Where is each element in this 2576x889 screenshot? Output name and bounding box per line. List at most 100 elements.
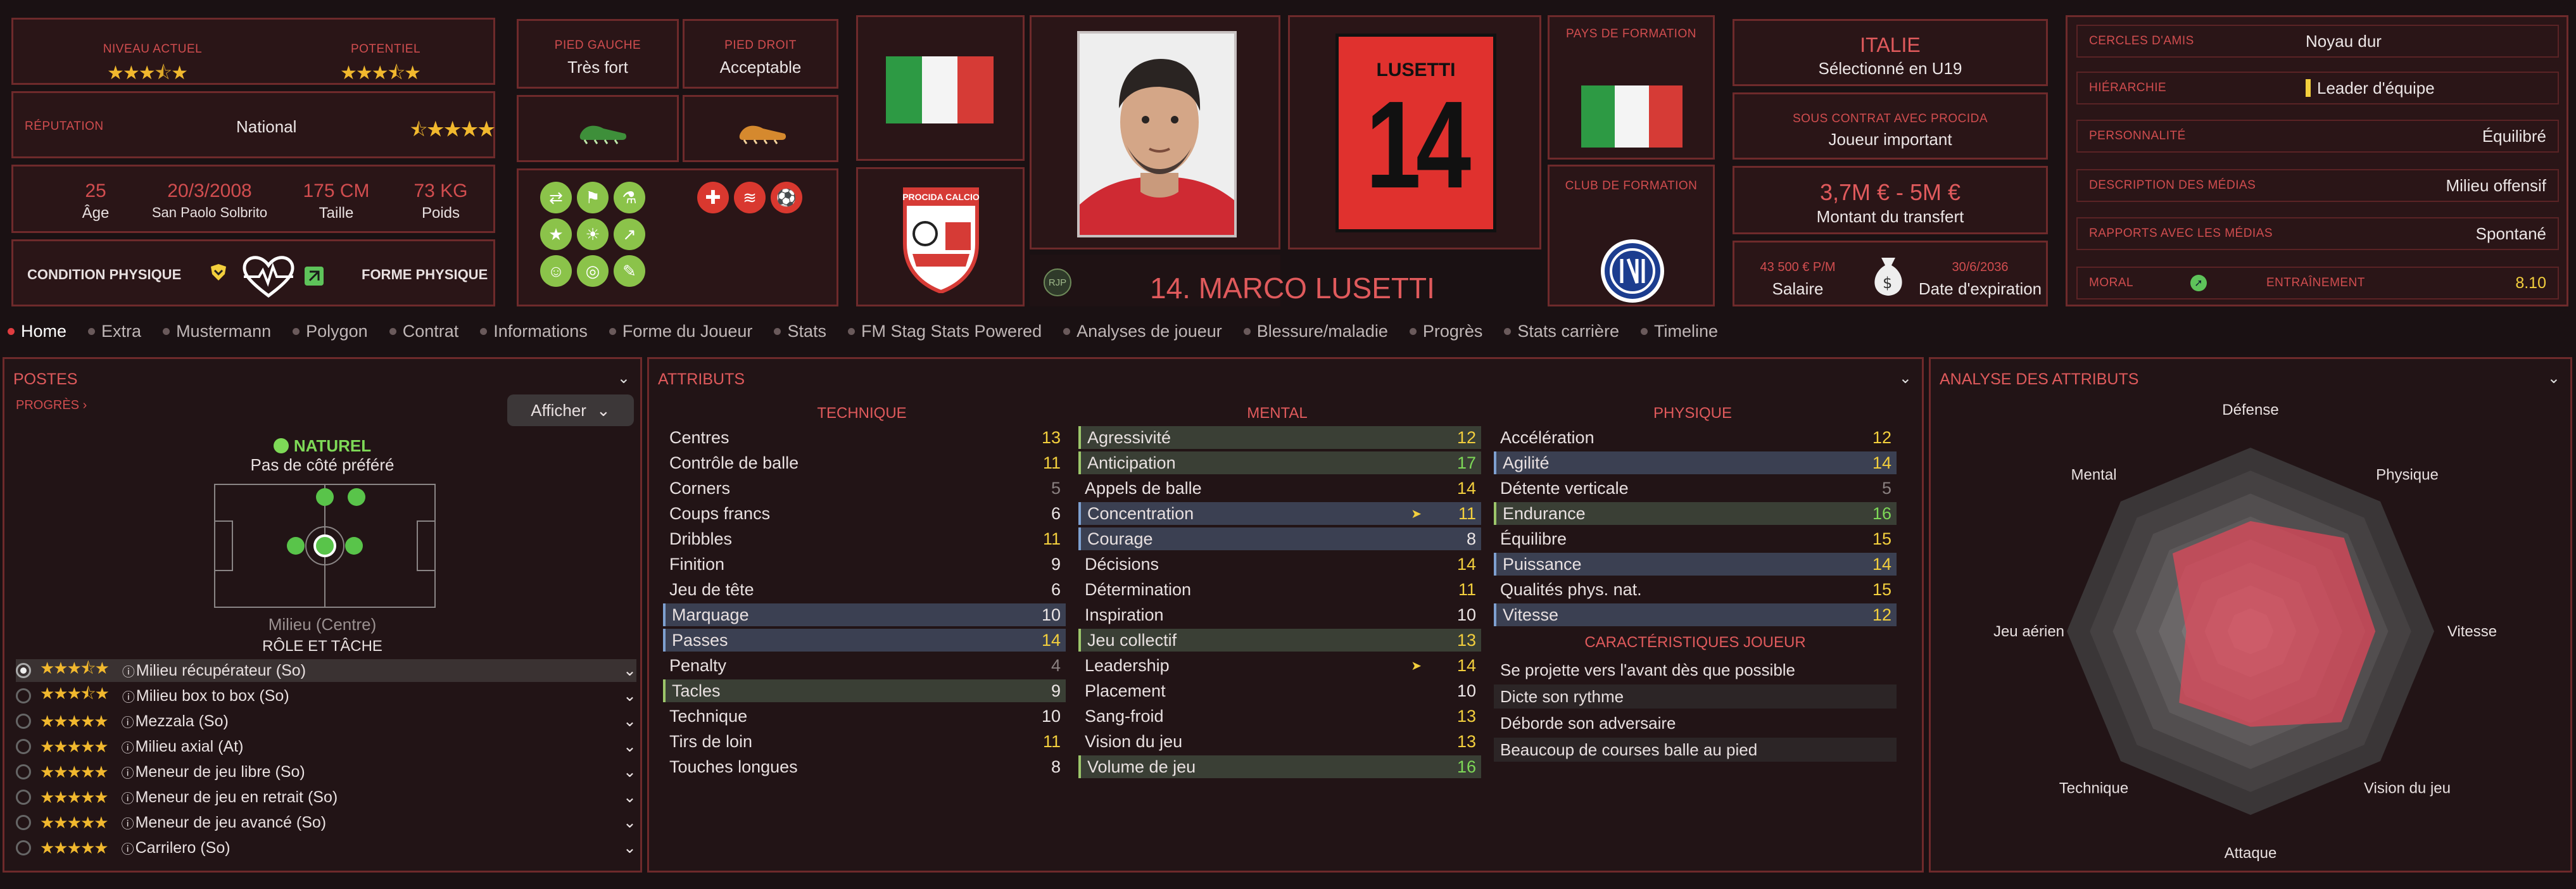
radio-selected[interactable]: [16, 663, 31, 678]
progress-link[interactable]: PROGRÈS ›: [16, 398, 87, 413]
red-traits: ✚ ≋ ⚽: [697, 182, 802, 213]
radar-axis-label: Technique: [2059, 779, 2128, 797]
radio-button[interactable]: [16, 714, 31, 729]
info-icon[interactable]: ⓘ: [122, 738, 134, 756]
chevron-down-icon[interactable]: ⌄: [623, 737, 636, 756]
chevron-down-icon[interactable]: ⌄: [623, 762, 636, 781]
radio-button[interactable]: [16, 739, 31, 754]
chevron-down-icon[interactable]: ⌄: [623, 788, 636, 807]
tab-progres[interactable]: Progrès: [1409, 322, 1482, 341]
tab-home[interactable]: Home: [8, 322, 66, 341]
attr-value: 4: [1051, 655, 1061, 675]
role-name: Meneur de jeu libre (So): [135, 762, 305, 781]
attr-value: 11: [1458, 579, 1476, 599]
contract-value: Joueur important: [1828, 130, 1952, 149]
player-name: 14. MARCO LUSETTI: [1150, 272, 1435, 305]
tab-analyses[interactable]: Analyses de joueur: [1063, 322, 1222, 341]
transfer-value: 3,7M € - 5M €: [1819, 179, 1961, 205]
attr-row: Vitesse 12: [1494, 603, 1897, 626]
info-label: RAPPORTS AVEC LES MÉDIAS: [2089, 227, 2273, 240]
trait-icon[interactable]: ✚: [697, 182, 729, 213]
attr-name: Vitesse: [1503, 605, 1559, 624]
tab-label: Home: [21, 321, 67, 341]
left-foot-box: PIED GAUCHE Très fort: [517, 19, 679, 89]
chevron-down-icon[interactable]: ⌄: [623, 712, 636, 731]
info-icon[interactable]: ⓘ: [122, 662, 135, 680]
attr-name: Jeu collectif: [1087, 630, 1177, 650]
trait-icon[interactable]: ⇄: [540, 182, 572, 213]
tab-fmstag[interactable]: FM Stag Stats Powered: [847, 322, 1042, 341]
info-icon[interactable]: ⓘ: [122, 839, 134, 857]
chevron-down-icon[interactable]: ⌄: [623, 686, 636, 705]
info-icon[interactable]: ⓘ: [122, 788, 134, 807]
attr-row: Corners 5: [663, 477, 1066, 500]
tab-stats-carriere[interactable]: Stats carrière: [1504, 322, 1619, 341]
role-row[interactable]: ★★★⯪★ ⓘ Milieu récupérateur (So) ⌄: [16, 659, 636, 682]
role-row[interactable]: ★★★★★ ⓘ Mezzala (So) ⌄: [16, 710, 636, 733]
trait-icon[interactable]: ◎: [577, 255, 609, 287]
trait-icon[interactable]: ⚑: [577, 182, 609, 213]
role-row[interactable]: ★★★★★ ⓘ Meneur de jeu libre (So) ⌄: [16, 760, 636, 783]
radio-button[interactable]: [16, 688, 31, 703]
role-title: RÔLE ET TÂCHE: [262, 638, 382, 655]
attr-value: 13: [1456, 731, 1476, 751]
tab-polygon[interactable]: Polygon: [293, 322, 368, 341]
trait-icon[interactable]: ↗: [614, 218, 645, 250]
role-row[interactable]: ★★★★★ ⓘ Milieu axial (At) ⌄: [16, 735, 636, 758]
info-icon[interactable]: ⓘ: [122, 814, 134, 832]
role-row[interactable]: ★★★★★ ⓘ Meneur de jeu avancé (So) ⌄: [16, 811, 636, 834]
chevron-down-icon[interactable]: ⌄: [1899, 369, 1912, 388]
trait-icon[interactable]: ⚗: [614, 182, 645, 213]
tab-stats[interactable]: Stats: [774, 322, 826, 341]
tab-blessure[interactable]: Blessure/maladie: [1243, 322, 1388, 341]
info-icon[interactable]: ⓘ: [122, 712, 134, 731]
tab-timeline[interactable]: Timeline: [1640, 322, 1718, 341]
info-value: Équilibré: [2482, 126, 2546, 146]
tab-forme[interactable]: Forme du Joueur: [609, 322, 752, 341]
radar-axis-label: Vitesse: [2447, 623, 2497, 640]
attr-row: Centres 13: [663, 426, 1066, 449]
tab-dot-icon: [847, 327, 855, 335]
tab-extra[interactable]: Extra: [88, 322, 141, 341]
pitch-diagram: [213, 483, 436, 608]
radio-button[interactable]: [16, 764, 31, 779]
money-bag-icon: $: [1867, 254, 1909, 298]
trait-icon[interactable]: ☺: [540, 255, 572, 287]
trait-icon[interactable]: ★: [540, 218, 572, 250]
role-row[interactable]: ★★★⯪★ ⓘ Milieu box to box (So) ⌄: [16, 684, 636, 707]
chevron-down-icon[interactable]: ⌄: [623, 838, 636, 857]
info-label: CERCLES D'AMIS: [2089, 34, 2194, 47]
radio-button[interactable]: [16, 840, 31, 855]
right-foot-value: Acceptable: [719, 58, 802, 77]
radar-axis-label: Attaque: [2225, 845, 2277, 862]
radio-button[interactable]: [16, 790, 31, 805]
chevron-down-icon[interactable]: ⌄: [623, 813, 636, 832]
trait-icon[interactable]: ≋: [734, 182, 766, 213]
transfer-box: 3,7M € - 5M € Montant du transfert: [1733, 166, 2048, 234]
attr-value: 17: [1456, 453, 1476, 472]
formation-country-box: PAYS DE FORMATION: [1548, 15, 1715, 160]
tab-informations[interactable]: Informations: [480, 322, 588, 341]
info-icon[interactable]: ⓘ: [122, 687, 135, 705]
tab-mustermann[interactable]: Mustermann: [163, 322, 271, 341]
condition-box: CONDITION PHYSIQUE FORME PHYSIQUE: [11, 239, 495, 306]
chevron-down-icon[interactable]: ⌄: [617, 369, 630, 388]
afficher-dropdown[interactable]: Afficher ⌄: [507, 394, 634, 426]
trait-icon[interactable]: ✎: [614, 255, 645, 287]
role-row[interactable]: ★★★★★ ⓘ Meneur de jeu en retrait (So) ⌄: [16, 786, 636, 809]
attr-value: 6: [1051, 579, 1061, 599]
chevron-down-icon[interactable]: ⌄: [623, 661, 636, 680]
trait-icon[interactable]: ⚽: [771, 182, 802, 213]
radio-button[interactable]: [16, 815, 31, 830]
contract-label: SOUS CONTRAT AVEC PROCIDA: [1792, 112, 1988, 125]
attr-name: Tacles: [672, 681, 721, 700]
attr-value: 14: [1456, 478, 1476, 498]
attr-value: 15: [1872, 579, 1891, 599]
attr-name: Tirs de loin: [669, 731, 753, 751]
info-icon[interactable]: ⓘ: [122, 763, 134, 781]
trait-icon[interactable]: ☀: [577, 218, 609, 250]
tab-contrat[interactable]: Contrat: [389, 322, 458, 341]
attr-value: 14: [1456, 554, 1476, 574]
tab-dot-icon: [1243, 327, 1251, 335]
role-row[interactable]: ★★★★★ ⓘ Carrilero (So) ⌄: [16, 836, 636, 859]
